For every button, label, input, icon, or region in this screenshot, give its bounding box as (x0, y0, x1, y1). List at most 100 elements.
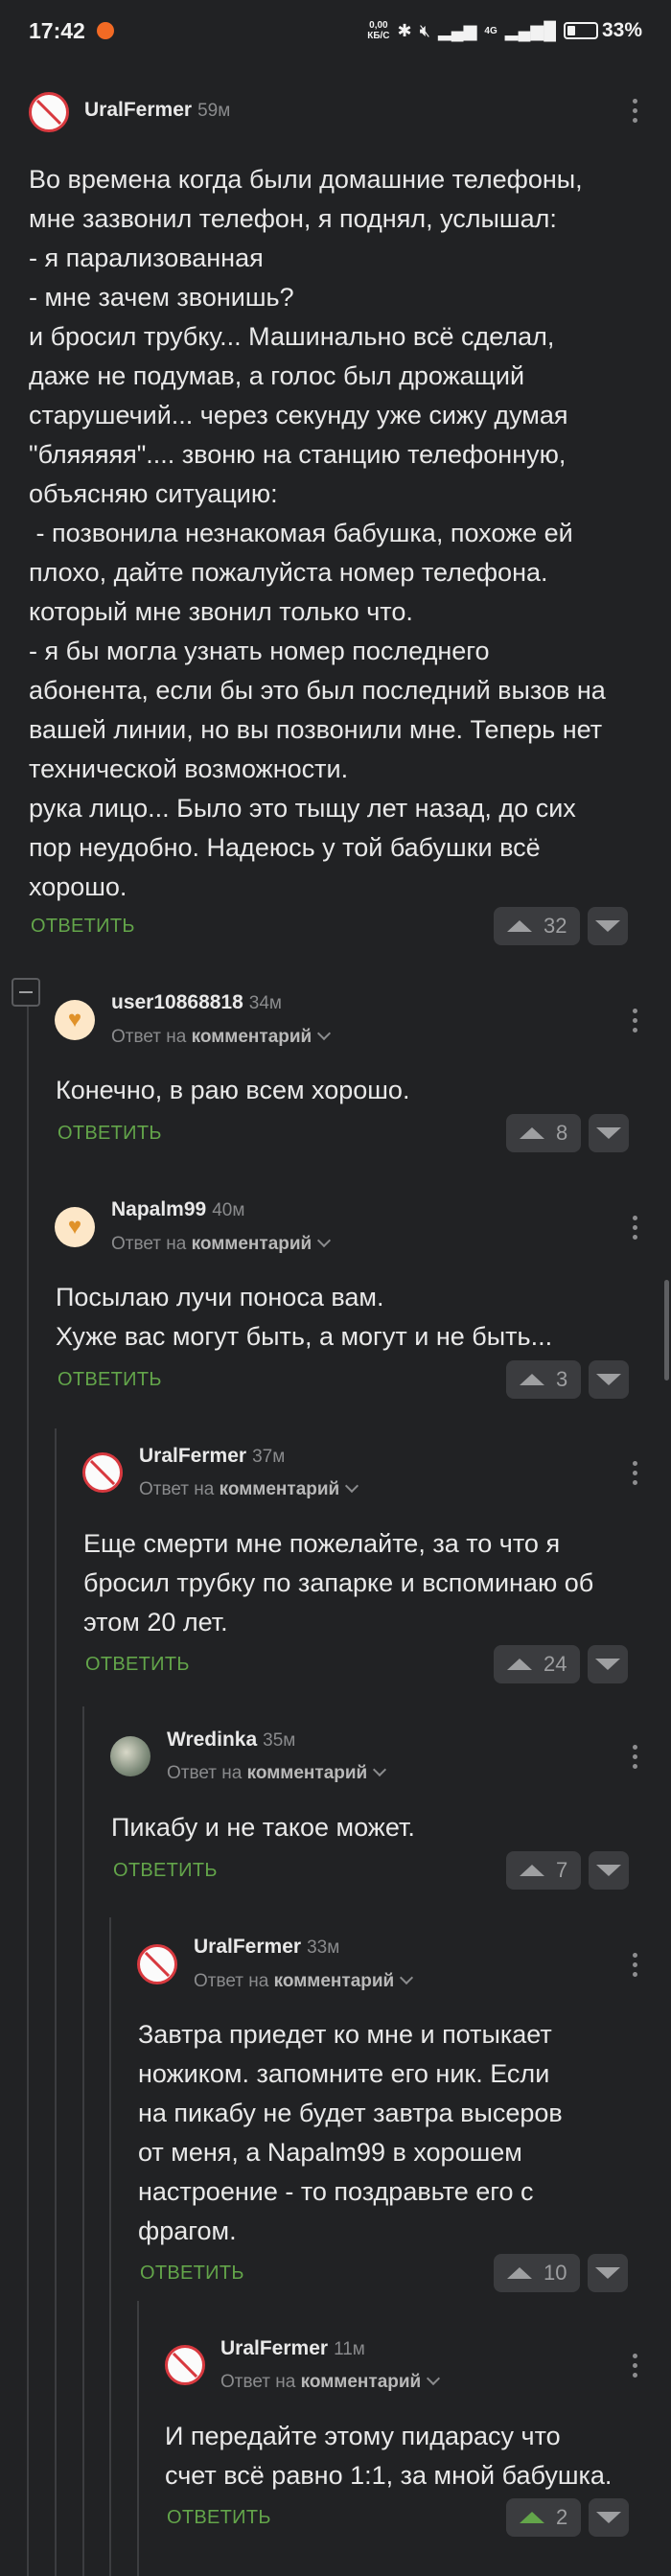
net-speed-value: 0,00 (369, 20, 388, 31)
vote-count: 10 (544, 2261, 567, 2285)
more-options-icon[interactable] (630, 1216, 639, 1240)
upvote-button[interactable]: 32 (494, 907, 581, 945)
upvote-button[interactable]: 24 (494, 1645, 581, 1683)
comment-time: 40м (212, 1200, 245, 1220)
status-left: 17:42 (29, 18, 114, 44)
more-options-icon[interactable] (630, 99, 639, 123)
comment-author[interactable]: UralFermer 11м (220, 2337, 365, 2360)
reply-button[interactable]: ОТВЕТИТЬ (85, 1654, 190, 1676)
downvote-button[interactable] (588, 2254, 629, 2292)
vote-count: 8 (556, 1121, 568, 1145)
reply-to-link[interactable]: Ответ на комментарий (111, 1026, 332, 1048)
upvote-button[interactable]: 8 (506, 1114, 582, 1152)
vote-controls: 10 (494, 2254, 629, 2292)
vote-count: 3 (556, 1367, 568, 1391)
vote-controls: 24 (494, 1645, 629, 1683)
photo-avatar[interactable] (110, 1736, 150, 1776)
chevron-down-icon (373, 1762, 387, 1777)
comment-author[interactable]: UralFermer 33м (194, 1936, 339, 1959)
upvote-button[interactable]: 2 (506, 2498, 582, 2537)
upvote-icon (507, 2267, 532, 2279)
reply-to-link[interactable]: Ответ на комментарий (139, 1478, 359, 1500)
reply-button[interactable]: ОТВЕТИТЬ (167, 2507, 271, 2529)
downvote-button[interactable] (589, 1851, 630, 1890)
reply-button[interactable]: ОТВЕТИТЬ (140, 2263, 244, 2285)
comment-text: Конечно, в раю всем хорошо. (56, 1076, 410, 1104)
downvote-button[interactable] (589, 1114, 630, 1152)
comment-author[interactable]: Wredinka 35м (167, 1729, 295, 1752)
comment-time: 35м (263, 1730, 296, 1751)
ban-icon[interactable] (165, 2345, 205, 2385)
ban-icon[interactable] (29, 92, 69, 132)
collapse-thread-button[interactable] (12, 978, 40, 1007)
minus-icon (19, 991, 33, 993)
upvote-button[interactable]: 7 (506, 1851, 582, 1890)
reply-button[interactable]: ОТВЕТИТЬ (113, 1860, 218, 1882)
upvote-button[interactable]: 10 (494, 2254, 581, 2292)
vote-count: 32 (544, 914, 567, 938)
cat-icon[interactable]: ♥ (55, 1207, 95, 1247)
comment-text: Посылаю лучи поноса вам. Хуже вас могут … (56, 1283, 553, 1351)
downvote-icon (595, 2267, 621, 2279)
comment-author[interactable]: UralFermer 37м (139, 1445, 285, 1468)
downvote-icon (596, 2512, 622, 2523)
battery-level: 33% (601, 19, 642, 41)
status-bar: 17:42 0,00 КБ/С ✱ 🔇︎ ▂▄▆ 4G ▂▄▆█ 33% (0, 0, 671, 61)
more-options-icon[interactable] (630, 1461, 639, 1485)
comment-text: Пикабу и не такое может. (111, 1813, 415, 1842)
reply-to-link[interactable]: Ответ на комментарий (220, 2371, 441, 2393)
net-speed: 0,00 КБ/С (367, 20, 389, 41)
thread-line (27, 1007, 29, 2576)
comment-author[interactable]: UralFermer 59м (84, 99, 230, 122)
mute-icon: 🔇︎ (419, 20, 430, 40)
reply-to-link[interactable]: Ответ на комментарий (111, 1233, 332, 1255)
downvote-icon (596, 1865, 622, 1876)
vote-count: 24 (544, 1652, 567, 1676)
chevron-down-icon (400, 1970, 414, 1985)
reply-to-link[interactable]: Ответ на комментарий (194, 1970, 414, 1992)
upvote-button[interactable]: 3 (506, 1360, 582, 1399)
thread-line (137, 2301, 139, 2576)
battery-icon (563, 22, 598, 39)
scrollbar[interactable] (664, 1280, 669, 1381)
downvote-button[interactable] (589, 1360, 630, 1399)
comment-text: И передайте этому пидарасу что счет всё … (165, 2422, 613, 2490)
chevron-down-icon (317, 1233, 332, 1248)
vote-controls: 2 (506, 2498, 630, 2537)
recording-dot-icon (96, 22, 114, 39)
downvote-button[interactable] (588, 907, 629, 945)
more-options-icon[interactable] (630, 2354, 639, 2378)
vote-controls: 32 (494, 907, 629, 945)
thread-line (55, 1428, 57, 2576)
upvote-icon (520, 2512, 544, 2523)
reply-button[interactable]: ОТВЕТИТЬ (58, 1369, 162, 1391)
upvote-icon (507, 1659, 532, 1670)
upvote-icon (520, 1374, 544, 1385)
reply-to-link[interactable]: Ответ на комментарий (167, 1762, 387, 1784)
network-type: 4G (484, 25, 497, 36)
battery: 33% (563, 19, 642, 42)
signal-icon-2: ▂▄▆█ (504, 20, 556, 40)
ban-icon[interactable] (82, 1452, 123, 1493)
net-speed-unit: КБ/С (367, 31, 390, 41)
vote-controls: 8 (506, 1114, 630, 1152)
downvote-button[interactable] (589, 2498, 630, 2537)
downvote-button[interactable] (588, 1645, 629, 1683)
upvote-icon (520, 1127, 544, 1139)
more-options-icon[interactable] (630, 1009, 639, 1033)
bluetooth-icon: ✱ (397, 20, 412, 40)
more-options-icon[interactable] (630, 1953, 639, 1977)
cat-icon[interactable]: ♥ (55, 1000, 95, 1040)
upvote-icon (520, 1865, 544, 1876)
downvote-icon (595, 920, 621, 932)
comment-time: 37м (252, 1447, 286, 1467)
reply-button[interactable]: ОТВЕТИТЬ (31, 916, 135, 938)
reply-button[interactable]: ОТВЕТИТЬ (58, 1123, 162, 1145)
comment-author[interactable]: Napalm99 40м (111, 1198, 244, 1221)
comment-time: 33м (307, 1938, 340, 1958)
comment-author[interactable]: user10868818 34м (111, 991, 282, 1014)
ban-icon[interactable] (137, 1944, 177, 1984)
more-options-icon[interactable] (630, 1745, 639, 1769)
clock: 17:42 (29, 17, 85, 43)
upvote-icon (507, 920, 532, 932)
